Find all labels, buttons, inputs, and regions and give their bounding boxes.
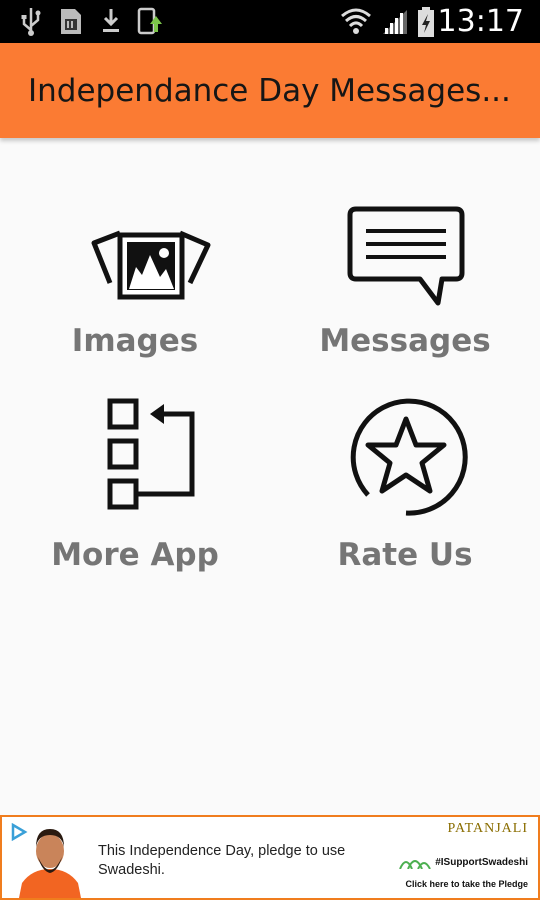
ad-hashtag: #ISupportSwadeshi — [435, 857, 528, 868]
ad-banner[interactable]: This Independence Day, pledge to use Swa… — [0, 815, 540, 900]
more-apps-icon — [107, 398, 195, 510]
ad-avatar — [19, 829, 81, 898]
menu-item-rate-us[interactable]: Rate Us — [270, 395, 540, 595]
menu-item-more-app[interactable]: More App — [0, 395, 270, 595]
menu-item-label: More App — [51, 537, 219, 573]
status-bar: 13:17 — [0, 0, 540, 43]
grass-icon — [399, 860, 431, 869]
clock: 13:17 — [437, 4, 524, 39]
star-icon — [350, 398, 468, 516]
app-update-icon — [137, 7, 162, 35]
message-icon — [347, 206, 465, 306]
menu-item-images[interactable]: Images — [0, 195, 270, 395]
menu-item-messages[interactable]: Messages — [270, 195, 540, 395]
ad-text: This Independence Day, pledge to use Swa… — [98, 843, 346, 878]
app-toolbar: Independance Day Messages... — [0, 43, 540, 138]
sd-card-icon — [61, 9, 81, 34]
ad-brand: PATANJALI — [447, 821, 528, 836]
page-title: Independance Day Messages... — [28, 73, 511, 109]
download-icon — [103, 9, 119, 32]
images-icon — [91, 230, 211, 300]
usb-icon — [21, 8, 41, 36]
signal-icon — [383, 10, 407, 34]
menu-item-label: Messages — [319, 323, 491, 359]
menu-item-label: Images — [71, 323, 199, 359]
battery-charging-icon — [418, 7, 434, 37]
ad-cta-link[interactable]: Click here to take the Pledge — [405, 879, 528, 889]
menu-item-label: Rate Us — [337, 537, 473, 573]
wifi-icon — [341, 8, 371, 34]
